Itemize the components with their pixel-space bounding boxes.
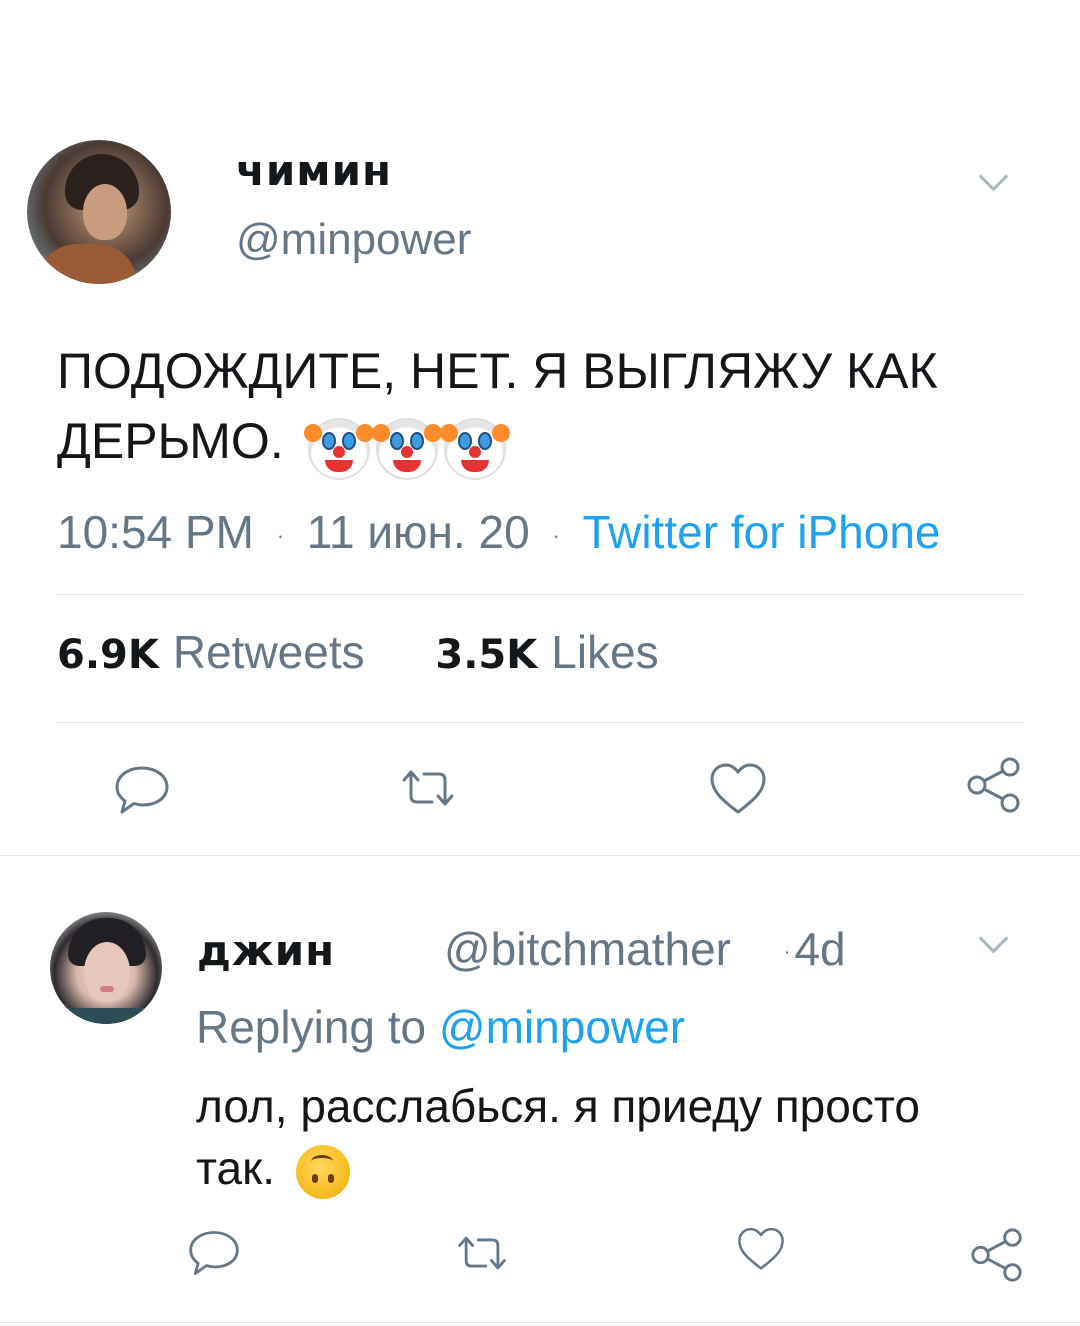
tweet-time[interactable]: 10:54 PM <box>57 506 254 558</box>
share-icon[interactable] <box>968 1226 1026 1284</box>
display-name[interactable]: джин <box>197 926 335 975</box>
divider <box>55 722 1025 723</box>
like-icon[interactable] <box>708 760 768 820</box>
tweet-stats: 6.9K Retweets 3.5K Likes <box>57 625 659 679</box>
retweet-icon[interactable] <box>454 1225 510 1281</box>
replying-to-label: Replying to <box>196 1001 427 1053</box>
share-icon[interactable] <box>964 755 1024 815</box>
chevron-down-icon[interactable] <box>978 161 1009 192</box>
separator-dot: · <box>783 941 791 964</box>
display-name[interactable]: чимин <box>236 146 392 195</box>
reply-header: джин @bitchmather ·4d <box>197 922 846 976</box>
chevron-down-icon[interactable] <box>978 923 1009 954</box>
retweet-icon[interactable] <box>398 758 458 818</box>
tweet-text: лол, расслабься. я приеду просто так. <box>196 1075 956 1199</box>
retweets-count: 6.9K <box>57 632 159 678</box>
section-divider <box>0 855 1080 856</box>
clown-face-emoji-icon <box>439 417 510 480</box>
emoji-group <box>303 410 512 480</box>
retweets-stat[interactable]: 6.9K Retweets <box>57 625 365 679</box>
tweet-text: ПОДОЖДИТЕ, НЕТ. Я ВЫГЛЯЖУ КАК ДЕРЬМО. <box>57 336 1037 480</box>
user-handle[interactable]: @bitchmather <box>444 923 731 975</box>
likes-stat[interactable]: 3.5K Likes <box>435 625 658 679</box>
tweet-date[interactable]: 11 июн. 20 <box>307 506 530 558</box>
tweet-meta: 10:54 PM · 11 июн. 20 · Twitter for iPho… <box>57 505 940 559</box>
reply-icon[interactable] <box>186 1225 242 1281</box>
divider <box>55 594 1025 595</box>
divider <box>0 1322 1080 1323</box>
avatar[interactable] <box>27 140 171 284</box>
user-handle[interactable]: @minpower <box>236 215 471 265</box>
clown-face-emoji-icon <box>371 417 442 480</box>
retweets-label: Retweets <box>172 626 365 678</box>
likes-count: 3.5K <box>435 632 538 678</box>
separator-dot: · <box>276 522 285 548</box>
upside-down-face-emoji-icon <box>295 1144 350 1199</box>
reply-icon[interactable] <box>112 760 172 820</box>
tweet-source-link[interactable]: Twitter for iPhone <box>583 506 941 558</box>
avatar[interactable] <box>50 912 162 1024</box>
replying-to: Replying to @minpower <box>196 1000 685 1054</box>
clown-face-emoji-icon <box>303 417 374 480</box>
mention-link[interactable]: @minpower <box>439 1001 685 1053</box>
tweet-time[interactable]: ·4d <box>784 923 846 975</box>
likes-label: Likes <box>551 626 659 678</box>
time-ago: 4d <box>794 923 846 975</box>
like-icon[interactable] <box>736 1225 786 1275</box>
separator-dot: · <box>552 522 560 548</box>
